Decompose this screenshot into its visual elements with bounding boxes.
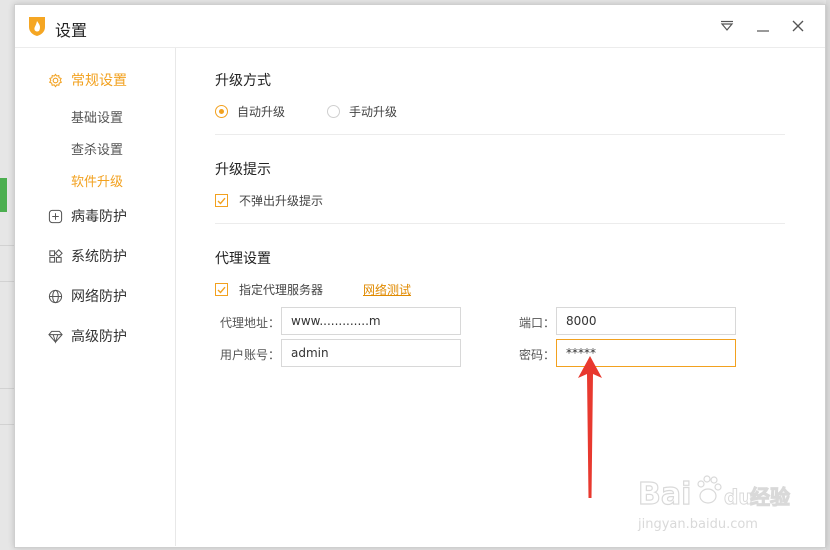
- checkbox-no-upgrade-popup[interactable]: 不弹出升级提示: [215, 192, 323, 209]
- sidebar-item-label: 常规设置: [71, 73, 127, 89]
- user-account-input[interactable]: admin: [281, 339, 461, 367]
- svg-text:经验: 经验: [750, 485, 790, 509]
- svg-text:du: du: [724, 485, 753, 509]
- checkbox-use-proxy[interactable]: 指定代理服务器: [215, 281, 323, 298]
- checkbox-label: 不弹出升级提示: [239, 194, 324, 208]
- svg-text:Bai: Bai: [638, 477, 691, 512]
- section-title-upgrade-prompt: 升级提示: [215, 162, 271, 178]
- minimize-icon: [757, 30, 769, 32]
- checkmark-icon: [215, 283, 228, 296]
- globe-icon: [47, 288, 63, 304]
- radio-label: 自动升级: [237, 105, 286, 119]
- section-title-proxy-settings: 代理设置: [215, 251, 271, 267]
- sidebar-item-label: 病毒防护: [71, 209, 127, 225]
- sidebar-subitem-software-upgrade[interactable]: 软件升级: [71, 171, 123, 190]
- port-input[interactable]: 8000: [556, 307, 736, 335]
- sidebar-item-network-protection[interactable]: 网络防护: [47, 284, 127, 308]
- radio-label: 手动升级: [349, 105, 398, 119]
- sidebar-subitem-basic-settings[interactable]: 基础设置: [71, 107, 123, 126]
- sidebar-subitem-scan-settings[interactable]: 查杀设置: [71, 139, 123, 158]
- annotation-arrow: [578, 356, 602, 498]
- gear-icon: [47, 72, 63, 88]
- section-divider: [215, 223, 785, 224]
- baidu-jingyan-watermark: Bai du 经验 jingyan.baidu.com: [637, 475, 791, 532]
- radio-unselected-icon: [327, 105, 340, 118]
- app-logo-icon: [29, 17, 45, 36]
- minimize-button[interactable]: [752, 15, 774, 37]
- grid-icon: [47, 248, 63, 264]
- radio-manual-upgrade[interactable]: 手动升级: [327, 103, 397, 120]
- section-divider: [215, 134, 785, 135]
- title-bar: 设置: [15, 5, 825, 48]
- plus-square-icon: [47, 208, 63, 224]
- dropdown-menu-button[interactable]: [716, 15, 738, 37]
- background-app-accent: [0, 178, 7, 212]
- sidebar-item-virus-protection[interactable]: 病毒防护: [47, 204, 127, 228]
- dropdown-menu-icon: [720, 20, 734, 31]
- proxy-address-label: 代理地址：: [220, 316, 281, 330]
- radio-selected-icon: [215, 105, 228, 118]
- svg-text:jingyan.baidu.com: jingyan.baidu.com: [637, 517, 758, 532]
- section-title-upgrade-method: 升级方式: [215, 73, 271, 89]
- sidebar-item-label: 系统防护: [71, 249, 127, 265]
- proxy-address-input[interactable]: www.............m: [281, 307, 461, 335]
- network-test-link[interactable]: 网络测试: [363, 281, 411, 298]
- sidebar-item-advanced-protection[interactable]: 高级防护: [47, 324, 127, 348]
- diamond-icon: [47, 328, 63, 344]
- sidebar-item-label: 高级防护: [71, 329, 127, 345]
- sidebar: 常规设置 基础设置 查杀设置 软件升级 病毒防护 系统防护 网络防护 高级防护: [15, 48, 176, 546]
- close-icon: [792, 20, 804, 32]
- radio-auto-upgrade[interactable]: 自动升级: [215, 103, 285, 120]
- background-app-edge: [826, 0, 830, 550]
- sidebar-item-general-settings[interactable]: 常规设置: [47, 68, 127, 92]
- sidebar-item-label: 网络防护: [71, 289, 127, 305]
- checkbox-label: 指定代理服务器: [239, 283, 324, 297]
- sidebar-item-system-protection[interactable]: 系统防护: [47, 244, 127, 268]
- password-label: 密码：: [519, 348, 556, 362]
- close-button[interactable]: [787, 15, 809, 37]
- window-title: 设置: [55, 21, 88, 40]
- port-label: 端口：: [519, 316, 556, 330]
- checkmark-icon: [215, 194, 228, 207]
- user-account-label: 用户账号：: [220, 348, 281, 362]
